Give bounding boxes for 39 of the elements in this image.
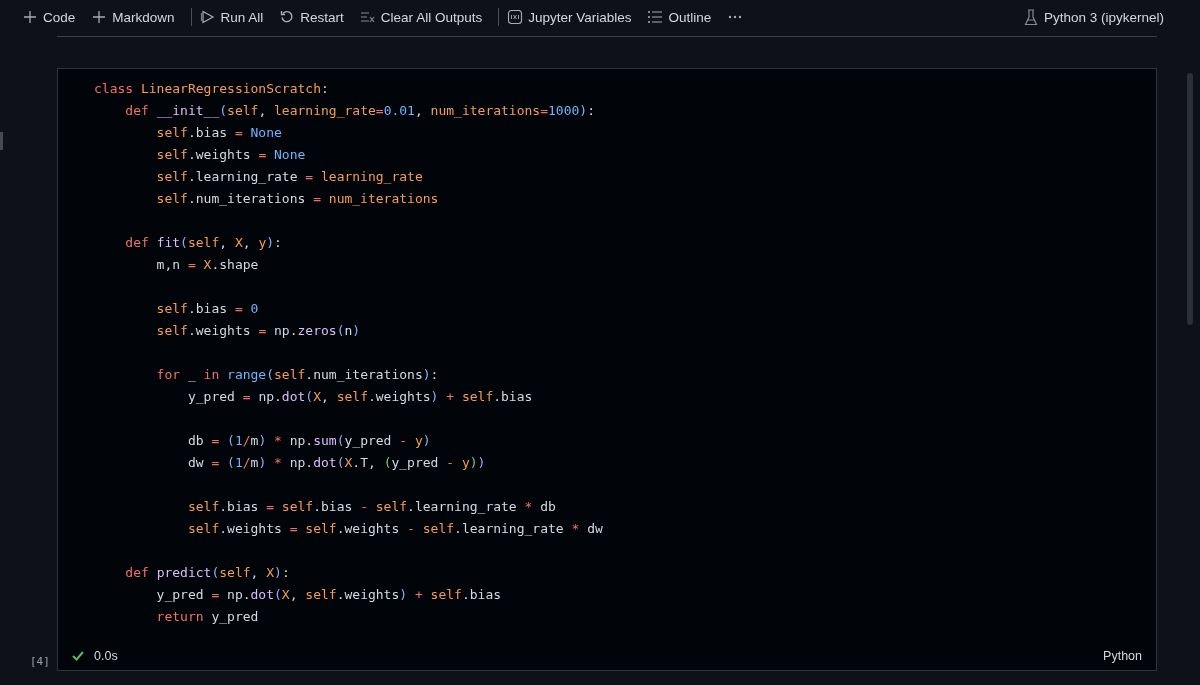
code-line: y_pred = np.dot(X, self.weights) + self.bias (155, 586, 502, 604)
code-line: dw = (1/m) * np.dot(X.T, (y_pred - y)) (186, 454, 486, 472)
code-line: m,n = X.shape (155, 256, 259, 274)
code-line: class LinearRegressionScratch: (94, 80, 329, 98)
code-line: self.weights = self.weights - self.learning_rate * dw (186, 520, 603, 538)
variables-icon (507, 9, 524, 25)
code-line: self.bias = 0 (155, 300, 259, 318)
code-line: self.bias = self.bias - self.learning_rate * db (186, 498, 556, 516)
code-line: db = (1/m) * np.sum(y_pred - y) (186, 432, 431, 450)
plus-icon (22, 9, 38, 25)
toolbar-button[interactable]: Jupyter Variables (507, 6, 641, 28)
clear-all-icon (359, 9, 376, 25)
run-icon (199, 9, 216, 25)
flask-icon (1023, 8, 1038, 26)
toolbar-button[interactable]: Outline (647, 6, 721, 28)
code-line: def predict(self, X): (124, 564, 290, 582)
duration: 0.0s (94, 649, 118, 663)
code-line: self.num_iterations = num_iterations (155, 190, 439, 208)
plus-icon (91, 9, 108, 25)
execution-count: [4] (30, 655, 50, 668)
code-line: y_pred = np.dot(X, self.weights) + self.bias (186, 388, 533, 406)
toolbar-button[interactable]: Code (22, 6, 85, 28)
scrollbar-thumb[interactable] (1187, 73, 1193, 325)
code-line: for _ in range(self.num_iterations): (155, 366, 439, 384)
code-line: self.learning_rate = learning_rate (155, 168, 423, 186)
outline-icon (647, 9, 664, 25)
code-line: def fit(self, X, y): (124, 234, 282, 252)
language-label[interactable]: Python (1103, 649, 1142, 663)
toolbar-button[interactable]: Clear All Outputs (359, 6, 492, 28)
toolbar-button[interactable]: Run All (199, 6, 273, 28)
kernel-button[interactable]: Python 3 (ipykernel) (1023, 5, 1173, 29)
code-line: def __init__(self, learning_rate=0.01, num_iterations=1000): (124, 102, 595, 120)
code-line: return y_pred (155, 608, 259, 626)
code-line: self.weights = None (155, 146, 306, 164)
code-line: self.weights = np.zeros(n) (155, 322, 361, 340)
toolbar-button[interactable]: Restart (279, 6, 353, 28)
restart-icon (279, 9, 296, 25)
code-line: self.bias = None (155, 124, 282, 142)
toolbar-button[interactable]: Markdown (91, 6, 184, 28)
